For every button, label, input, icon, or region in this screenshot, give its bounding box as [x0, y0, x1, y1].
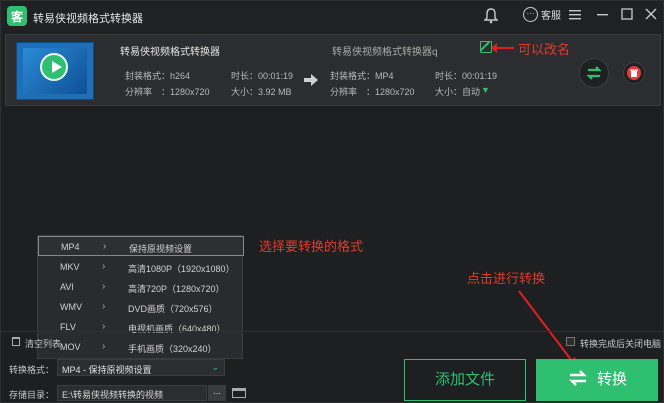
- open-folder-icon[interactable]: [232, 388, 246, 398]
- format-label: 转换格式：: [9, 365, 55, 375]
- target-resolution-label: 分辨率: [330, 87, 358, 97]
- maximize-icon[interactable]: [619, 8, 635, 24]
- menu-icon[interactable]: [567, 8, 583, 24]
- app-window: 客 转易侠视频格式转换器 ··· 客服 转易侠视频格式转换器 转易侠视频格式转换…: [0, 0, 664, 403]
- format-name: MP4: [61, 242, 80, 252]
- source-size: 大小：3.92 MB: [231, 87, 292, 97]
- format-name: MKV: [60, 262, 80, 272]
- directory-field[interactable]: E:\转易侠视频转换的视频: [57, 385, 207, 401]
- format-desc: 高清1080P（1920x1080）: [128, 264, 235, 274]
- chevron-right-icon: ›: [102, 341, 106, 352]
- format-option[interactable]: AVI › 高清720P（1280x720）: [38, 277, 244, 297]
- format-desc: DVD画质（720x576）: [128, 304, 218, 314]
- chevron-right-icon: ›: [102, 261, 106, 272]
- swap-arrows-icon: [569, 370, 587, 386]
- size-dropdown-chevron-icon[interactable]: ▼: [481, 85, 493, 95]
- minimize-icon[interactable]: [595, 8, 611, 24]
- shutdown-label: 转换完成后关闭电脑: [580, 339, 662, 349]
- app-logo-icon: 客: [7, 6, 27, 26]
- format-desc: 手机画质（320x240）: [128, 344, 217, 354]
- title-bar: 客 转易侠视频格式转换器 ··· 客服: [1, 1, 663, 31]
- customer-service-button[interactable]: ··· 客服: [523, 7, 561, 22]
- target-size[interactable]: 大小：自动: [435, 85, 480, 98]
- service-label: 客服: [541, 11, 561, 22]
- format-option[interactable]: MKV › 高清1080P（1920x1080）: [38, 257, 244, 277]
- format-name: AVI: [60, 282, 74, 292]
- file-name: 转易侠视频格式转换器: [120, 47, 220, 58]
- trash-icon: [627, 66, 641, 80]
- video-thumbnail[interactable]: [16, 42, 94, 100]
- play-icon[interactable]: [40, 53, 68, 81]
- close-icon[interactable]: [643, 8, 659, 24]
- format-select[interactable]: MP4 - 保持原视频设置 ⌄: [57, 359, 225, 376]
- format-option[interactable]: MOV › 手机画质（320x240）: [38, 337, 244, 357]
- add-file-button[interactable]: 添加文件: [404, 359, 526, 401]
- format-option[interactable]: WMV › DVD画质（720x576）: [38, 297, 244, 317]
- annotation-arrow-icon: [491, 43, 514, 53]
- format-name: WMV: [60, 302, 82, 312]
- format-select-value: MP4 - 保持原视频设置: [62, 365, 152, 375]
- swap-arrows-icon: [586, 66, 602, 80]
- directory-label: 存储目录：: [9, 390, 55, 400]
- format-dropdown-list[interactable]: MP4 › 保持原视频设置 MKV › 高清1080P（1920x1080） A…: [37, 235, 244, 359]
- annotation-choose-format: 选择要转换的格式: [259, 239, 364, 254]
- annotation-click-convert: 点击进行转换: [467, 271, 546, 286]
- target-container: 封装格式：MP4: [330, 71, 394, 81]
- format-desc: 电视机画质（640x480）: [128, 324, 226, 334]
- format-desc: 高清720P（1280x720）: [128, 284, 225, 294]
- annotation-rename: 可以改名: [518, 42, 571, 57]
- clear-list-icon[interactable]: [12, 337, 20, 346]
- source-duration: 时长：00:01:19: [231, 71, 294, 81]
- file-card[interactable]: 转易侠视频格式转换器 转易侠视频格式转换器q 可以改名 封装格式：h264 时长…: [5, 34, 661, 106]
- chevron-down-icon: ⌄: [211, 362, 219, 372]
- source-resolution-value: ：1280x720: [161, 87, 210, 97]
- convert-button[interactable]: 转换: [536, 359, 658, 401]
- shutdown-checkbox[interactable]: [566, 337, 575, 346]
- target-resolution-value: ：1280x720: [366, 87, 415, 97]
- convert-arrow-icon: [304, 73, 318, 87]
- output-name-field[interactable]: 转易侠视频格式转换器q: [332, 43, 438, 58]
- notification-bell-icon[interactable]: [483, 8, 499, 24]
- format-desc: 保持原视频设置: [129, 244, 193, 254]
- clear-list-button[interactable]: 清空列表: [25, 337, 61, 350]
- convert-single-button[interactable]: [579, 58, 609, 88]
- app-title: 转易侠视频格式转换器: [33, 13, 143, 25]
- chevron-right-icon: ›: [102, 301, 106, 312]
- target-duration: 时长：00:01:19: [435, 71, 498, 81]
- delete-file-button[interactable]: [623, 62, 645, 84]
- browse-button[interactable]: ...: [208, 385, 226, 401]
- chevron-right-icon: ›: [102, 281, 106, 292]
- source-resolution-label: 分辨率: [125, 87, 153, 97]
- format-name: MOV: [60, 342, 81, 352]
- divider: [1, 331, 663, 332]
- source-container: 封装格式：h264: [125, 71, 191, 81]
- chevron-right-icon: ›: [103, 241, 107, 252]
- format-option[interactable]: MP4 › 保持原视频设置: [38, 236, 244, 256]
- format-option[interactable]: FLV › 电视机画质（640x480）: [38, 317, 244, 337]
- chat-bubble-icon: ···: [523, 7, 538, 22]
- directory-value: E:\转易侠视频转换的视频: [62, 390, 164, 400]
- convert-label: 转换: [596, 371, 627, 388]
